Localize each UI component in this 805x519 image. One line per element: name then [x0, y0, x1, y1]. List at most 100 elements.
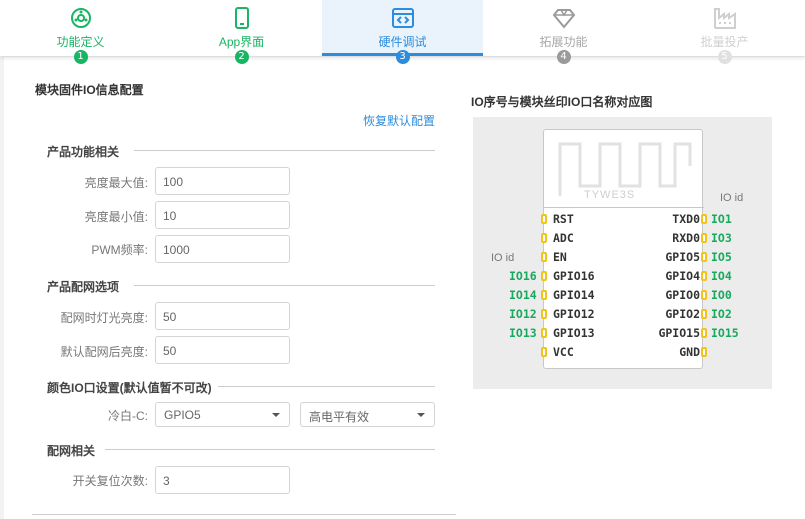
right-pin-row: GPIO2 IO2 — [623, 307, 772, 323]
config-title: 模块固件IO信息配置 — [35, 83, 144, 97]
pin-pad — [701, 290, 707, 300]
main-panel: 模块固件IO信息配置 恢复默认配置 产品功能相关 亮度最大值: 100 亮度最小… — [4, 57, 805, 519]
pin-name: EN — [553, 250, 567, 264]
brightness-min-label: 亮度最小值: — [84, 210, 148, 224]
pin-pad — [701, 271, 707, 281]
pin-pad — [541, 271, 547, 281]
section-product: 产品功能相关 — [47, 145, 120, 159]
section-network: 产品配网选项 — [47, 280, 120, 294]
pin-name: GPIO13 — [553, 326, 595, 340]
step-extension[interactable]: 拓展功能 4 — [483, 0, 644, 64]
pin-pad — [701, 214, 707, 224]
pin-pad — [541, 290, 547, 300]
pin-name: GPIO0 — [665, 288, 700, 302]
cold-white-label: 冷白-C: — [108, 409, 148, 423]
pin-pad — [701, 328, 707, 338]
right-pin-row: GPIO4 IO4 — [623, 269, 772, 285]
select-value: GPIO5 — [164, 408, 201, 422]
pin-io-id: IO3 — [711, 231, 732, 245]
pin-name: VCC — [553, 345, 574, 359]
step-hardware-debug[interactable]: 硬件调试 3 — [322, 0, 483, 64]
settings-gear-icon — [70, 8, 91, 28]
section-pairing: 配网相关 — [47, 444, 96, 458]
reset-count-input[interactable]: 3 — [155, 466, 290, 494]
pin-pad — [701, 347, 707, 357]
pin-io-id: IO1 — [711, 212, 732, 226]
step-label: 功能定义 — [56, 35, 105, 49]
step-label: App界面 — [218, 35, 265, 49]
step-label: 批量投产 — [700, 35, 749, 49]
step-function-definition[interactable]: 功能定义 1 — [0, 0, 161, 64]
pin-name: GPIO5 — [665, 250, 700, 264]
left-pin-row: RST — [473, 212, 623, 228]
divider — [134, 285, 435, 286]
pin-name: RXD0 — [672, 231, 700, 245]
right-pin-row: RXD0 IO3 — [623, 231, 772, 247]
pin-io-id: IO5 — [711, 250, 732, 264]
brightness-max-input[interactable]: 100 — [155, 167, 290, 195]
pin-io-id: IO14 — [509, 288, 537, 302]
default-net-brightness-input[interactable]: 50 — [155, 336, 290, 364]
pin-name: GPIO15 — [658, 326, 700, 340]
pin-name: GPIO16 — [553, 269, 595, 283]
caret-down-icon — [417, 413, 425, 417]
net-light-brightness-label: 配网时灯光亮度: — [60, 311, 148, 325]
pin-pad — [541, 252, 547, 262]
cold-white-level-select[interactable]: 高电平有效 — [300, 402, 435, 427]
pin-io-id: IO12 — [509, 307, 537, 321]
divider — [32, 514, 456, 515]
step-app-interface[interactable]: App界面 2 — [161, 0, 322, 64]
pin-name: ADC — [553, 231, 574, 245]
pin-name: GND — [679, 345, 700, 359]
pin-pad — [701, 233, 707, 243]
step-mass-production[interactable]: 批量投产 5 — [644, 0, 805, 64]
divider — [134, 150, 435, 151]
pin-io-id: IO16 — [509, 269, 537, 283]
pin-pad — [541, 328, 547, 338]
right-pin-row: TXD0 IO1 — [623, 212, 772, 228]
pin-name: GPIO12 — [553, 307, 595, 321]
left-pin-row: IO12 GPIO12 — [473, 307, 623, 323]
right-pin-row: GND — [623, 345, 772, 361]
stepper: 功能定义 1 App界面 2 硬件调试 3 拓展功能 4 批量投产 5 — [0, 0, 805, 64]
pin-name: GPIO14 — [553, 288, 595, 302]
right-pin-row: GPIO5 IO5 — [623, 250, 772, 266]
pin-pad — [701, 252, 707, 262]
step-number: 2 — [234, 50, 249, 64]
caret-down-icon — [272, 413, 280, 417]
net-light-brightness-input[interactable]: 50 — [155, 302, 290, 330]
reset-count-label: 开关复位次数: — [72, 474, 148, 488]
pin-pad — [541, 233, 547, 243]
pin-name: TXD0 — [672, 212, 700, 226]
step-number: 4 — [556, 50, 571, 64]
pin-name: RST — [553, 212, 574, 226]
brightness-min-input[interactable]: 10 — [155, 201, 290, 229]
pin-io-id: IO13 — [509, 326, 537, 340]
divider — [105, 449, 435, 450]
left-pin-row: EN — [473, 250, 623, 266]
diamond-icon — [552, 9, 575, 29]
pin-io-id: IO2 — [711, 307, 732, 321]
pin-name: GPIO2 — [665, 307, 700, 321]
pin-pad — [701, 309, 707, 319]
pwm-frequency-label: PWM频率: — [91, 243, 148, 257]
restore-default-link[interactable]: 恢复默认配置 — [363, 112, 435, 129]
io-id-label-right: IO id — [720, 192, 744, 204]
phone-icon — [234, 7, 249, 29]
pin-pad — [541, 347, 547, 357]
step-label: 硬件调试 — [378, 35, 427, 49]
left-pin-row: ADC — [473, 231, 623, 247]
shield-edge — [544, 207, 704, 208]
code-window-icon — [391, 8, 414, 28]
pin-diagram: TYWE3S IO id IO id RST ADC EN IO16 GPIO16 IO1… — [473, 117, 772, 389]
right-pin-row: GPIO0 IO0 — [623, 288, 772, 304]
cold-white-gpio-select[interactable]: GPIO5 — [155, 402, 290, 427]
brightness-max-label: 亮度最大值: — [84, 176, 148, 190]
section-color-io: 颜色IO口设置(默认值暂不可改) — [47, 381, 212, 395]
step-number: 5 — [717, 50, 732, 64]
left-pin-row: VCC — [473, 345, 623, 361]
diagram-title: IO序号与模块丝印IO口名称对应图 — [471, 95, 653, 109]
step-number: 3 — [395, 50, 410, 64]
pin-io-id: IO15 — [711, 326, 739, 340]
pwm-frequency-input[interactable]: 1000 — [155, 235, 290, 263]
